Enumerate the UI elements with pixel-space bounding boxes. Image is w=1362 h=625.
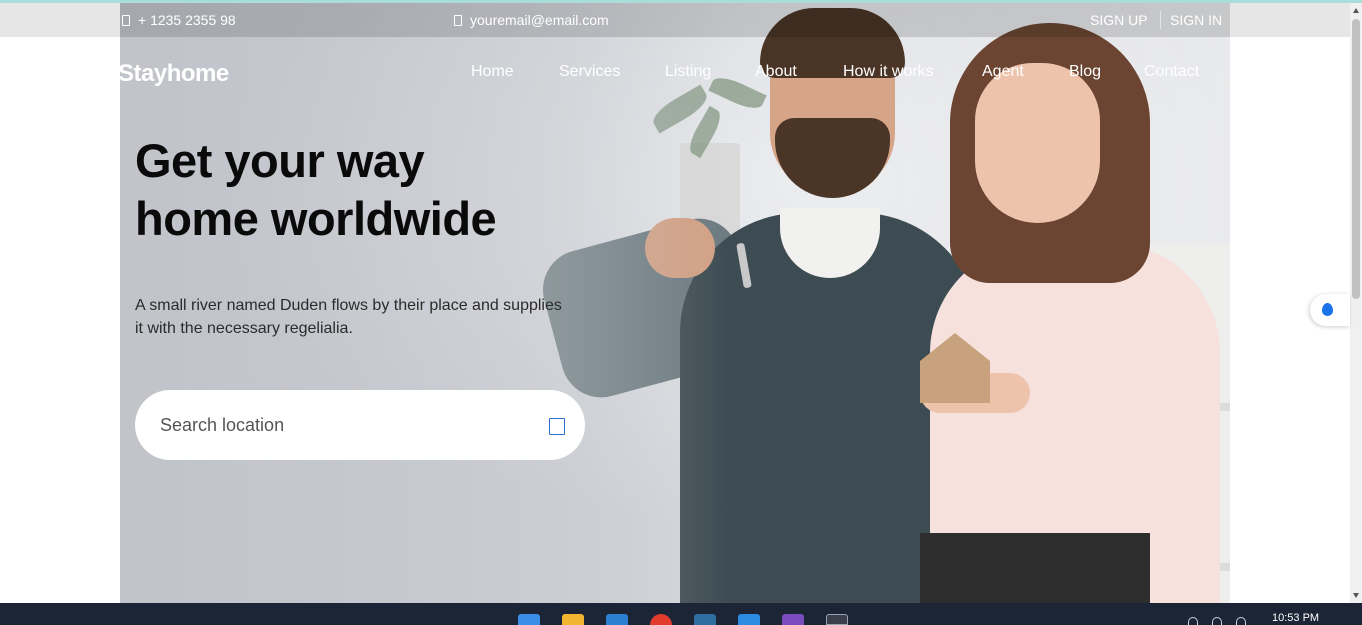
nav-item-contact[interactable]: Contact [1144, 63, 1199, 81]
floating-widget-button[interactable] [1310, 294, 1350, 326]
search-location-input[interactable] [160, 412, 520, 438]
hero-subtitle: A small river named Duden flows by their… [135, 297, 562, 337]
store-icon[interactable] [606, 614, 628, 625]
scrollbar-thumb[interactable] [1352, 19, 1360, 299]
visual-studio-icon[interactable] [782, 614, 804, 625]
main-nav: Home Services Listing About How it works… [0, 63, 1362, 85]
terminal-icon[interactable] [826, 614, 848, 625]
os-taskbar: 10:53 PM [0, 603, 1362, 625]
nav-item-how-it-works[interactable]: How it works [843, 63, 934, 81]
location-search-box [135, 390, 585, 460]
battery-icon[interactable] [1236, 617, 1246, 625]
wifi-icon[interactable] [1188, 617, 1198, 625]
app-red-icon[interactable] [650, 614, 672, 625]
contact-topbar: + 1235 2355 98 youremail@email.com SIGN … [120, 3, 1230, 37]
topbar-phone[interactable]: + 1235 2355 98 [122, 12, 236, 28]
nav-item-agent[interactable]: Agent [982, 63, 1024, 81]
nav-item-about[interactable]: About [755, 63, 797, 81]
nav-item-home[interactable]: Home [471, 63, 514, 81]
scroll-up-icon[interactable] [1353, 8, 1359, 13]
taskbar-clock[interactable]: 10:53 PM [1272, 612, 1319, 624]
signup-link[interactable]: SIGN UP [1090, 12, 1148, 28]
search-icon[interactable] [549, 418, 565, 435]
topbar-divider [1160, 11, 1161, 29]
nav-item-services[interactable]: Services [559, 63, 620, 81]
phone-number: + 1235 2355 98 [138, 12, 236, 28]
hero-title-line-2: home worldwide [135, 192, 497, 245]
start-windows-icon[interactable] [518, 614, 540, 625]
paper-plane-icon [454, 14, 462, 26]
vscode-icon[interactable] [738, 614, 760, 625]
volume-icon[interactable] [1212, 617, 1222, 625]
nav-item-listing[interactable]: Listing [665, 63, 711, 81]
water-drop-icon [1322, 303, 1333, 316]
phone-icon [122, 14, 130, 26]
email-address: youremail@email.com [470, 12, 609, 28]
scroll-down-icon[interactable] [1353, 593, 1359, 598]
signin-link[interactable]: SIGN IN [1170, 12, 1222, 28]
topbar-email[interactable]: youremail@email.com [454, 12, 609, 28]
file-explorer-icon[interactable] [562, 614, 584, 625]
hero-title: Get your way home worldwide [135, 132, 595, 248]
edge-browser-icon[interactable] [694, 614, 716, 625]
hero-title-line-1: Get your way [135, 134, 425, 187]
page-scrollbar[interactable] [1350, 3, 1362, 603]
nav-item-blog[interactable]: Blog [1069, 63, 1101, 81]
